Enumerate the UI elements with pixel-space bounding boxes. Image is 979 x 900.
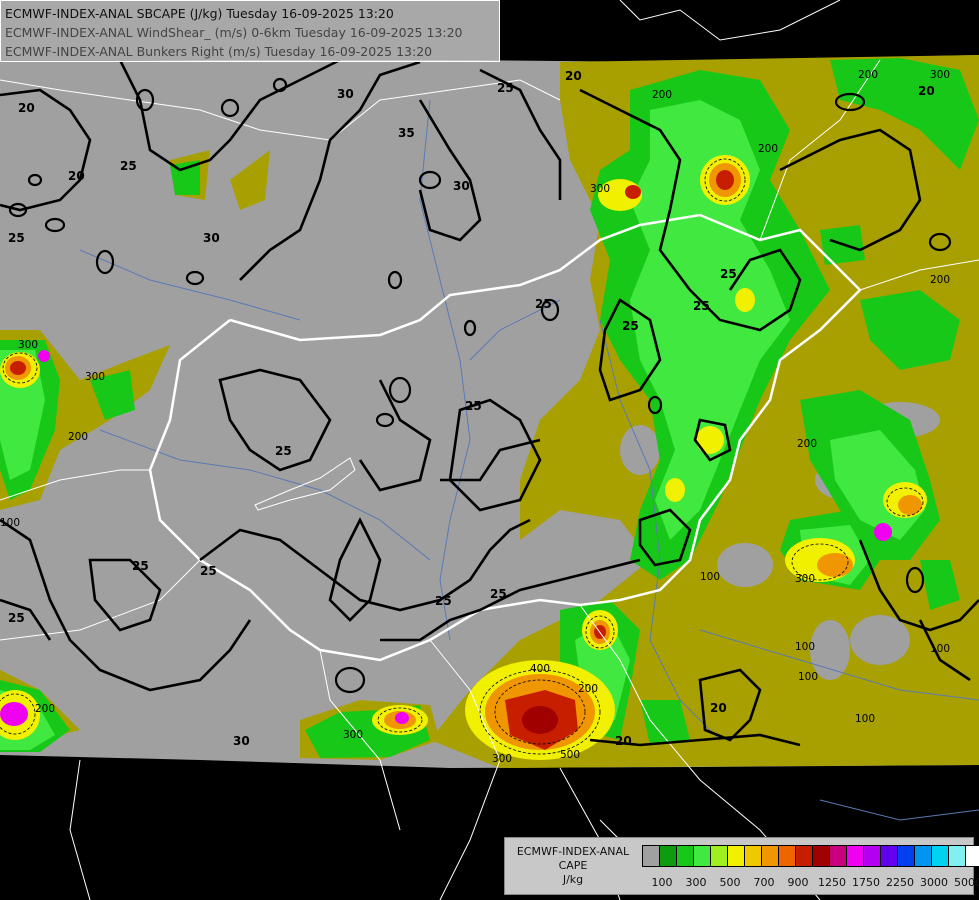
header-line-bunkers: ECMWF-INDEX-ANAL Bunkers Right (m/s) Tue… bbox=[5, 44, 433, 59]
legend-swatch bbox=[864, 846, 881, 866]
cape-label: 300 bbox=[18, 339, 38, 351]
legend-swatch bbox=[881, 846, 898, 866]
legend-tick: 1750 bbox=[852, 876, 880, 889]
legend-label: ECMWF-INDEX-ANAL CAPE J/kg bbox=[505, 845, 641, 887]
legend-tick: 5000 bbox=[954, 876, 979, 889]
contour-label: 20 bbox=[710, 701, 727, 715]
cape-label: 500 bbox=[560, 749, 580, 761]
contour-label: 25 bbox=[8, 611, 25, 625]
cape-legend: ECMWF-INDEX-ANAL CAPE J/kg 100 300 500 700 9… bbox=[504, 837, 979, 895]
legend-swatch bbox=[711, 846, 728, 866]
contour-label: 30 bbox=[203, 231, 220, 245]
cape-label: 100 bbox=[0, 517, 20, 529]
cape-label: 300 bbox=[343, 729, 363, 741]
cape-label: 200 bbox=[68, 431, 88, 443]
contour-label: 25 bbox=[490, 587, 507, 601]
legend-tick: 100 bbox=[651, 876, 673, 889]
contour-label: 25 bbox=[8, 231, 25, 245]
contour-label: 25 bbox=[120, 159, 137, 173]
legend-swatch bbox=[966, 846, 979, 866]
legend-swatch bbox=[762, 846, 779, 866]
map: 20 25 30 35 20 25 30 25 30 20 25 25 25 2… bbox=[0, 0, 979, 900]
contour-label: 20 bbox=[68, 169, 85, 183]
legend-source: ECMWF-INDEX-ANAL bbox=[516, 845, 630, 858]
cape-label: 200 bbox=[35, 703, 55, 715]
contour-label: 25 bbox=[535, 297, 552, 311]
cape-label: 100 bbox=[930, 643, 950, 655]
legend-swatch bbox=[745, 846, 762, 866]
contour-label: 25 bbox=[720, 267, 737, 281]
legend-swatch bbox=[898, 846, 915, 866]
legend-swatch bbox=[660, 846, 677, 866]
legend-swatch bbox=[728, 846, 745, 866]
contour-label: 25 bbox=[693, 299, 710, 313]
header-line-sbcape: ECMWF-INDEX-ANAL SBCAPE (J/kg) Tuesday 1… bbox=[5, 6, 394, 21]
contour-label: 25 bbox=[275, 444, 292, 458]
legend-unit: J/kg bbox=[562, 873, 584, 886]
contour-label: 20 bbox=[18, 101, 35, 115]
cape-label: 300 bbox=[795, 573, 815, 585]
legend-variable: CAPE bbox=[558, 859, 588, 872]
cape-label: 100 bbox=[855, 713, 875, 725]
contour-label: 30 bbox=[233, 734, 250, 748]
legend-swatch bbox=[694, 846, 711, 866]
cape-label: 100 bbox=[798, 671, 818, 683]
legend-tick: 700 bbox=[753, 876, 775, 889]
contour-label: 25 bbox=[200, 564, 217, 578]
contour-label: 25 bbox=[622, 319, 639, 333]
contour-label: 20 bbox=[918, 84, 935, 98]
contour-label: 25 bbox=[497, 81, 514, 95]
legend-swatch bbox=[932, 846, 949, 866]
legend-tick: 900 bbox=[787, 876, 809, 889]
cape-label: 300 bbox=[930, 69, 950, 81]
cape-label: 100 bbox=[700, 571, 720, 583]
cape-label: 200 bbox=[578, 683, 598, 695]
contour-label: 25 bbox=[435, 594, 452, 608]
cape-label: 300 bbox=[492, 753, 512, 765]
legend-swatch bbox=[779, 846, 796, 866]
cape-label: 200 bbox=[797, 438, 817, 450]
cape-label: 100 bbox=[795, 641, 815, 653]
cape-label: 300 bbox=[85, 371, 105, 383]
contour-label: 35 bbox=[398, 126, 415, 140]
legend-swatch bbox=[915, 846, 932, 866]
cape-label: 200 bbox=[652, 89, 672, 101]
contour-label: 25 bbox=[132, 559, 149, 573]
legend-swatch bbox=[643, 846, 660, 866]
contour-label: 20 bbox=[615, 734, 632, 748]
cape-maroon-areas bbox=[522, 706, 558, 734]
legend-swatch bbox=[830, 846, 847, 866]
legend-ticks: 100 300 500 700 900 1250 1750 2250 3000 5000 bbox=[642, 876, 979, 890]
contour-label: 30 bbox=[453, 179, 470, 193]
legend-swatch bbox=[796, 846, 813, 866]
cape-label: 300 bbox=[590, 183, 610, 195]
legend-tick: 500 bbox=[719, 876, 741, 889]
cape-label: 200 bbox=[930, 274, 950, 286]
cape-label: 400 bbox=[530, 663, 550, 675]
legend-swatches bbox=[642, 845, 979, 867]
legend-swatch bbox=[949, 846, 966, 866]
contour-label: 25 bbox=[465, 399, 482, 413]
legend-tick: 300 bbox=[685, 876, 707, 889]
legend-swatch bbox=[813, 846, 830, 866]
legend-swatch bbox=[677, 846, 694, 866]
contour-label: 20 bbox=[565, 69, 582, 83]
header-line-windshear: ECMWF-INDEX-ANAL WindShear_ (m/s) 0-6km … bbox=[5, 25, 463, 40]
cape-label: 200 bbox=[858, 69, 878, 81]
legend-tick: 3000 bbox=[920, 876, 948, 889]
legend-tick: 2250 bbox=[886, 876, 914, 889]
map-header: ECMWF-INDEX-ANAL SBCAPE (J/kg) Tuesday 1… bbox=[0, 0, 500, 62]
legend-tick: 1250 bbox=[818, 876, 846, 889]
legend-swatch bbox=[847, 846, 864, 866]
contour-label: 30 bbox=[337, 87, 354, 101]
cape-label: 200 bbox=[758, 143, 778, 155]
